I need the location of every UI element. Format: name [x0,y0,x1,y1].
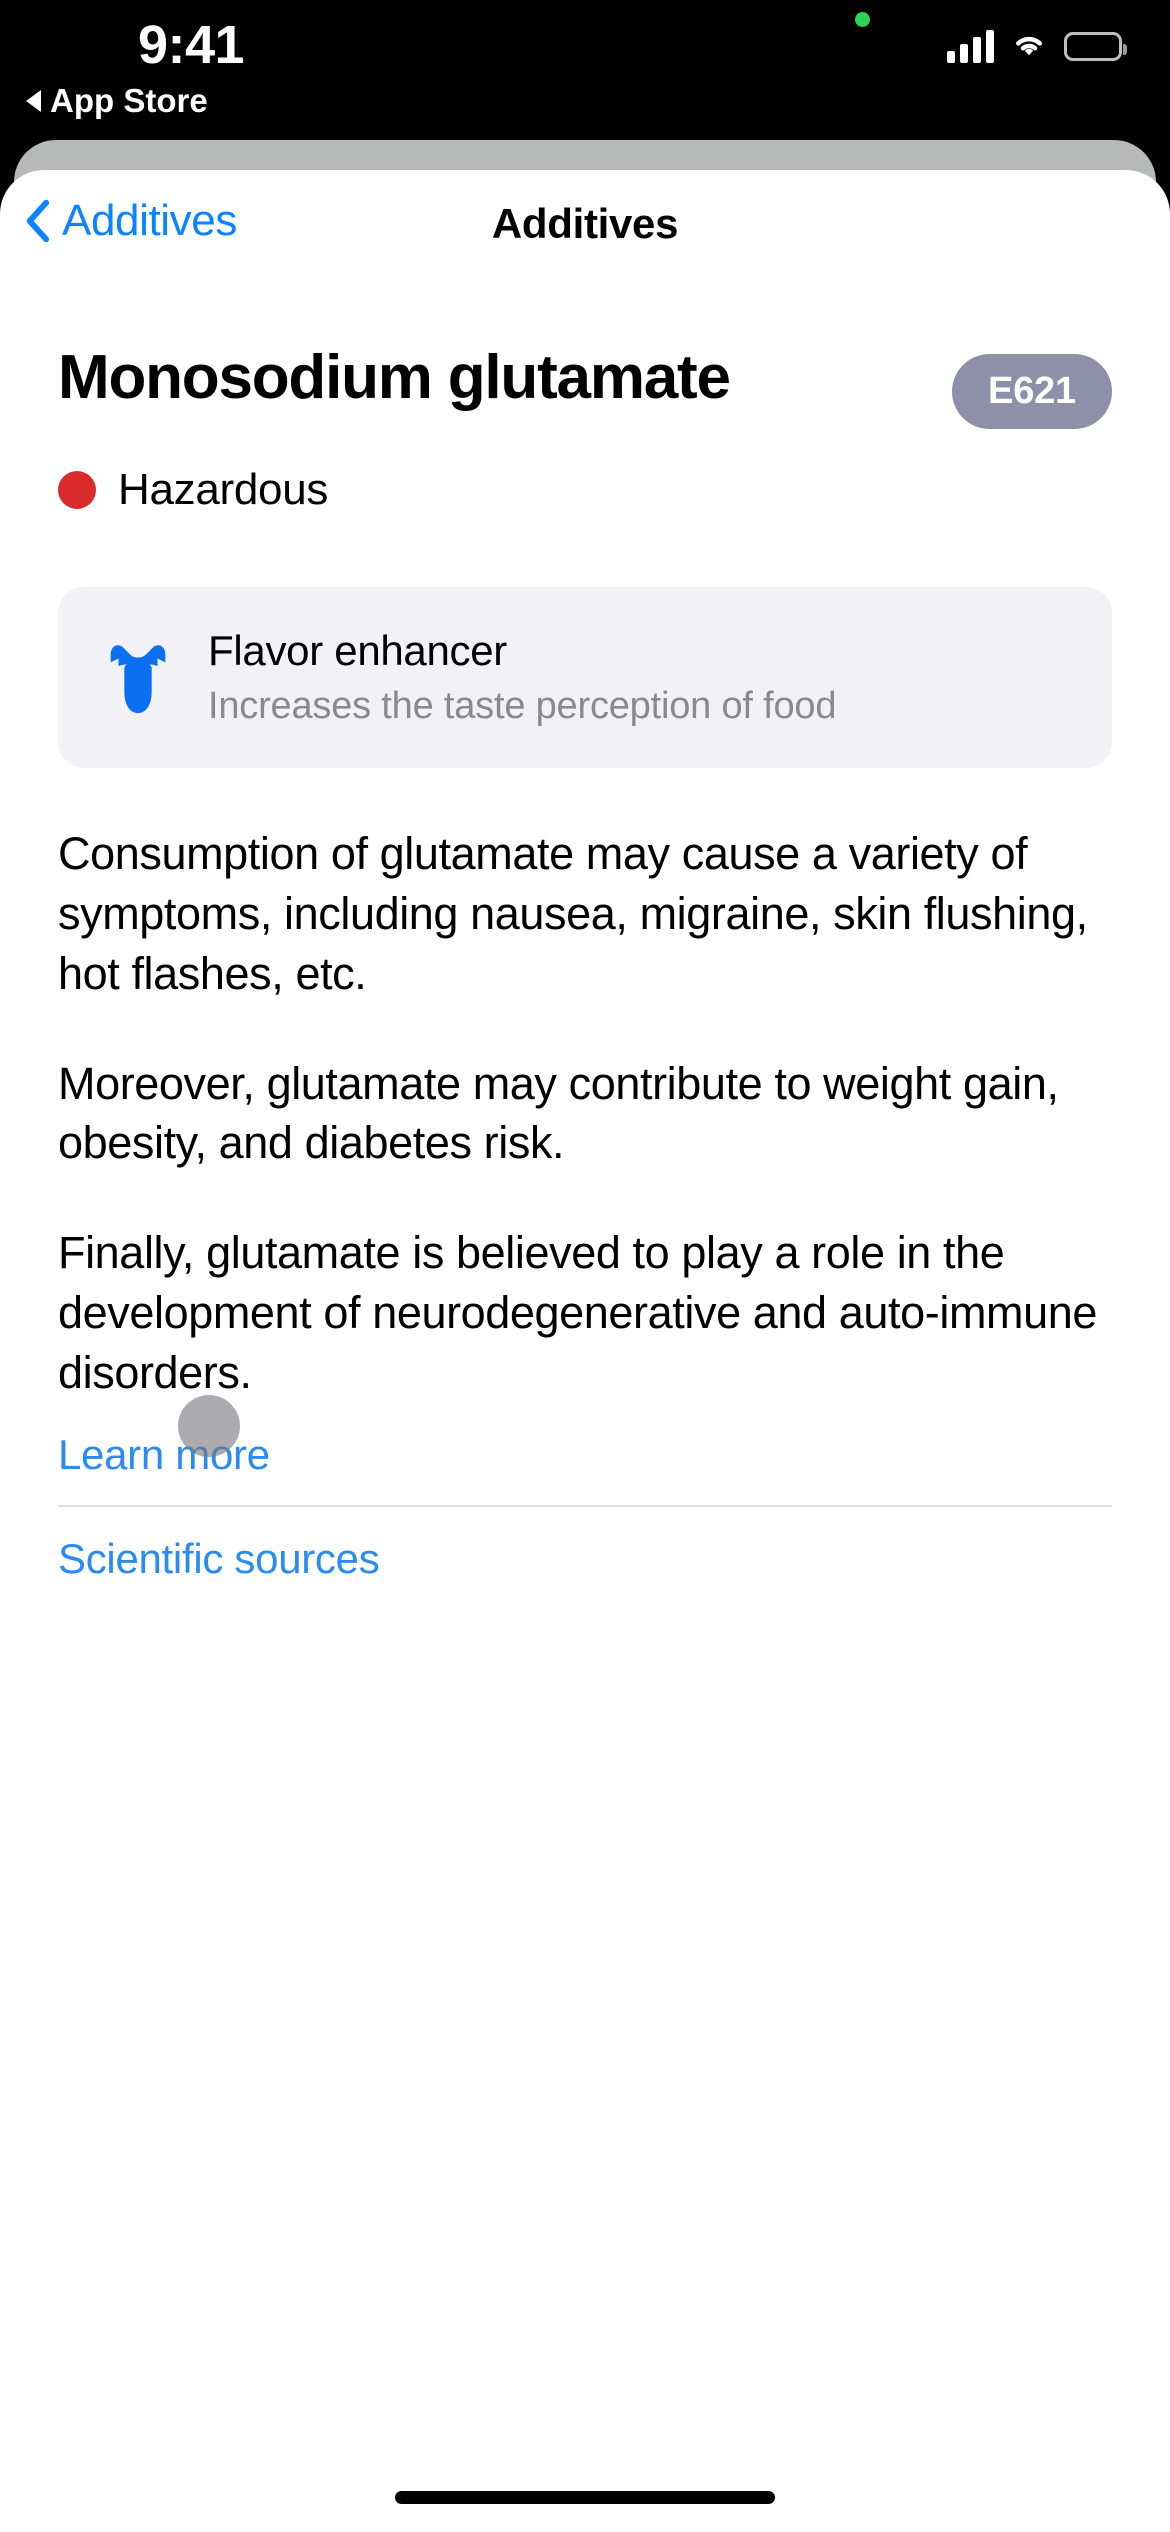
additive-detail-sheet: Additives Additives Monosodium glutamate… [0,170,1170,2532]
detail-content: Monosodium glutamate E621 Hazardous Flav… [0,342,1170,1609]
description-paragraph: Finally, glutamate is believed to play a… [58,1227,1098,1398]
function-card-text: Flavor enhancer Increases the taste perc… [208,627,836,728]
tongue-icon [110,644,166,713]
wifi-icon [1008,28,1050,65]
scientific-sources-row: Scientific sources [58,1507,1112,1609]
additive-name: Monosodium glutamate [58,343,731,412]
description-paragraph: Consumption of glutamate may cause a var… [58,828,1088,999]
learn-more-link[interactable]: Learn more [58,1431,270,1479]
hazard-status: Hazardous [58,465,1112,515]
function-subtitle: Increases the taste perception of food [208,685,837,727]
additive-function-card: Flavor enhancer Increases the taste perc… [58,587,1112,768]
status-bar: 9:41 App Store [0,0,1170,140]
back-to-app-store-button[interactable]: App Store [26,82,208,120]
back-to-app-store-label: App Store [50,82,208,119]
back-triangle-icon [26,90,41,112]
learn-more-row: Learn more [58,1394,1112,1505]
battery-icon [1064,32,1127,61]
status-bar-indicators [947,28,1127,65]
function-title: Flavor enhancer [208,627,507,674]
description-paragraph: Moreover, glutamate may contribute to we… [58,1057,1059,1169]
additive-header: Monosodium glutamate E621 [58,342,1112,429]
additive-description: Consumption of glutamate may cause a var… [58,824,1112,1403]
home-indicator[interactable] [395,2491,775,2504]
recording-indicator-dot [855,12,870,27]
hazard-status-label: Hazardous [118,465,329,514]
hazard-level-dot-icon [58,471,96,509]
scientific-sources-link[interactable]: Scientific sources [58,1535,380,1583]
page-title: Additives [491,200,679,247]
e-number-badge: E621 [952,354,1112,429]
status-bar-time: 9:41 [138,15,245,75]
cellular-signal-icon [947,29,994,63]
navigation-bar: Additives Additives [0,170,1170,280]
